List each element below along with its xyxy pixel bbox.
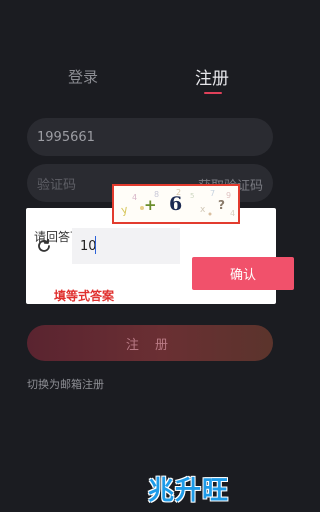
svg-text:4: 4 [230,209,235,218]
captcha-question-mark: ? [218,198,225,212]
register-button[interactable]: 注 册 [27,325,273,361]
register-button-label: 注 册 [125,337,175,353]
text-caret [95,236,96,254]
phone-value: 1995661 [37,129,95,145]
tab-login[interactable]: 登录 [68,66,98,87]
svg-text:4: 4 [132,193,137,202]
svg-text:9: 9 [226,191,231,200]
svg-text:y: y [120,203,130,217]
auth-tabs: 登录 注册 [0,58,300,98]
svg-text:7: 7 [210,189,215,198]
captcha-answer-input[interactable] [72,228,180,264]
confirm-button-label: 确认 [229,268,256,283]
watermark-logo: 兆升旺 [148,476,230,506]
phone-field[interactable]: 1995661 [27,118,273,156]
captcha-image[interactable]: y 4 8 2 5 x 7 9 4 + 6 ? [112,184,240,224]
refresh-icon[interactable] [36,238,52,254]
svg-text:5: 5 [190,192,194,200]
answer-hint: 填等式答案 [54,289,115,303]
code-placeholder: 验证码 [37,177,77,193]
active-tab-indicator [204,92,222,94]
tab-register[interactable]: 注册 [195,64,229,89]
captcha-operator: + [144,196,157,214]
confirm-button[interactable]: 确认 [192,257,294,290]
svg-text:x: x [200,205,206,215]
captcha-digit: 6 [169,193,183,215]
captcha-modal: 请回答下列问 y 4 8 2 5 x 7 9 4 + 6 ? 确认 填等式答案 [26,184,294,304]
switch-to-email-link[interactable]: 切换为邮箱注册 [27,376,104,392]
